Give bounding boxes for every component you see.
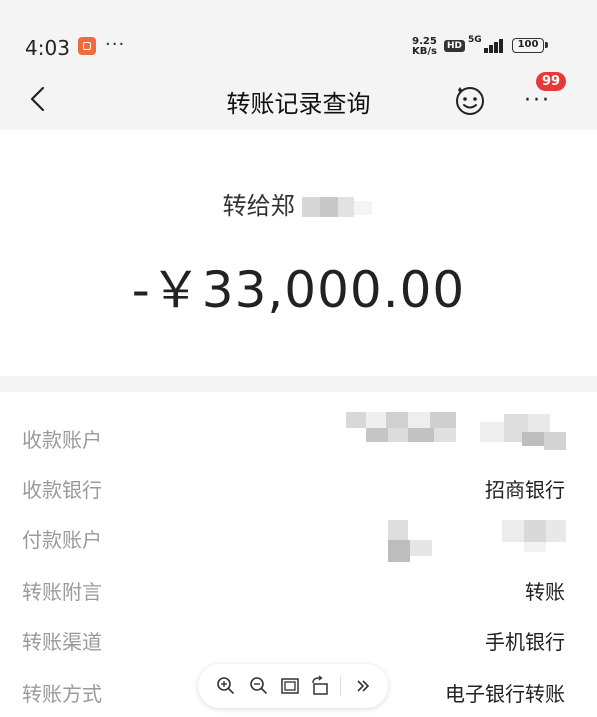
more-menu-button[interactable]: ··· [524,88,551,113]
detail-label: 转账方式 [22,682,102,706]
fit-screen-icon[interactable] [279,675,301,697]
detail-row-payee-account: 收款账户 [0,412,597,456]
navigation-bar: 转账记录查询 ··· 99 [0,72,597,128]
rotate-icon[interactable] [309,675,331,697]
redacted-mosaic [302,197,373,217]
detail-label: 转账渠道 [22,630,102,654]
detail-row-remark: 转账附言 转账 [0,568,597,608]
transfer-summary-card: 转给郑 -￥33,000.00 [0,130,597,376]
detail-value: 招商银行 [485,478,565,502]
app-notification-icon [78,37,96,55]
detail-value: 转账 [525,580,565,604]
hd-icon: HD [444,40,466,52]
detail-row-payee-bank: 收款银行 招商银行 [0,466,597,506]
detail-label: 付款账户 [22,528,102,552]
redacted-mosaic [388,520,566,562]
recipient-name: 转给郑 [222,192,295,220]
next-page-icon[interactable] [352,675,374,697]
detail-label: 收款账户 [22,428,102,452]
battery-icon: 100 [512,38,548,53]
redacted-mosaic [346,412,566,450]
network-speed-unit: KB/s [412,46,437,57]
zoom-in-icon[interactable] [215,675,237,697]
status-time: 4:03 [25,36,70,60]
detail-value: 电子银行转账 [445,682,565,706]
detail-label: 收款银行 [22,478,102,502]
message-count-badge: 99 [536,72,567,91]
page-title: 转账记录查询 [226,90,371,118]
transfer-amount: -￥33,000.00 [131,261,466,319]
zoom-out-icon[interactable] [248,675,270,697]
signal-icon [478,39,506,53]
toolbar-divider [340,676,341,696]
network-speed: 9.25 KB/s [412,37,437,57]
recipient-line: 转给郑 [0,186,597,221]
assistant-robot-icon[interactable] [452,84,488,116]
detail-row-payer-account: 付款账户 [0,516,597,562]
image-viewer-toolbar [198,664,388,708]
detail-row-channel: 转账渠道 手机银行 [0,618,597,658]
detail-value: 手机银行 [485,630,565,654]
status-more-dots: ··· [105,34,126,55]
status-bar: 4:03 ··· 9.25 KB/s HD 5G 100 [0,0,597,80]
detail-label: 转账附言 [22,580,102,604]
